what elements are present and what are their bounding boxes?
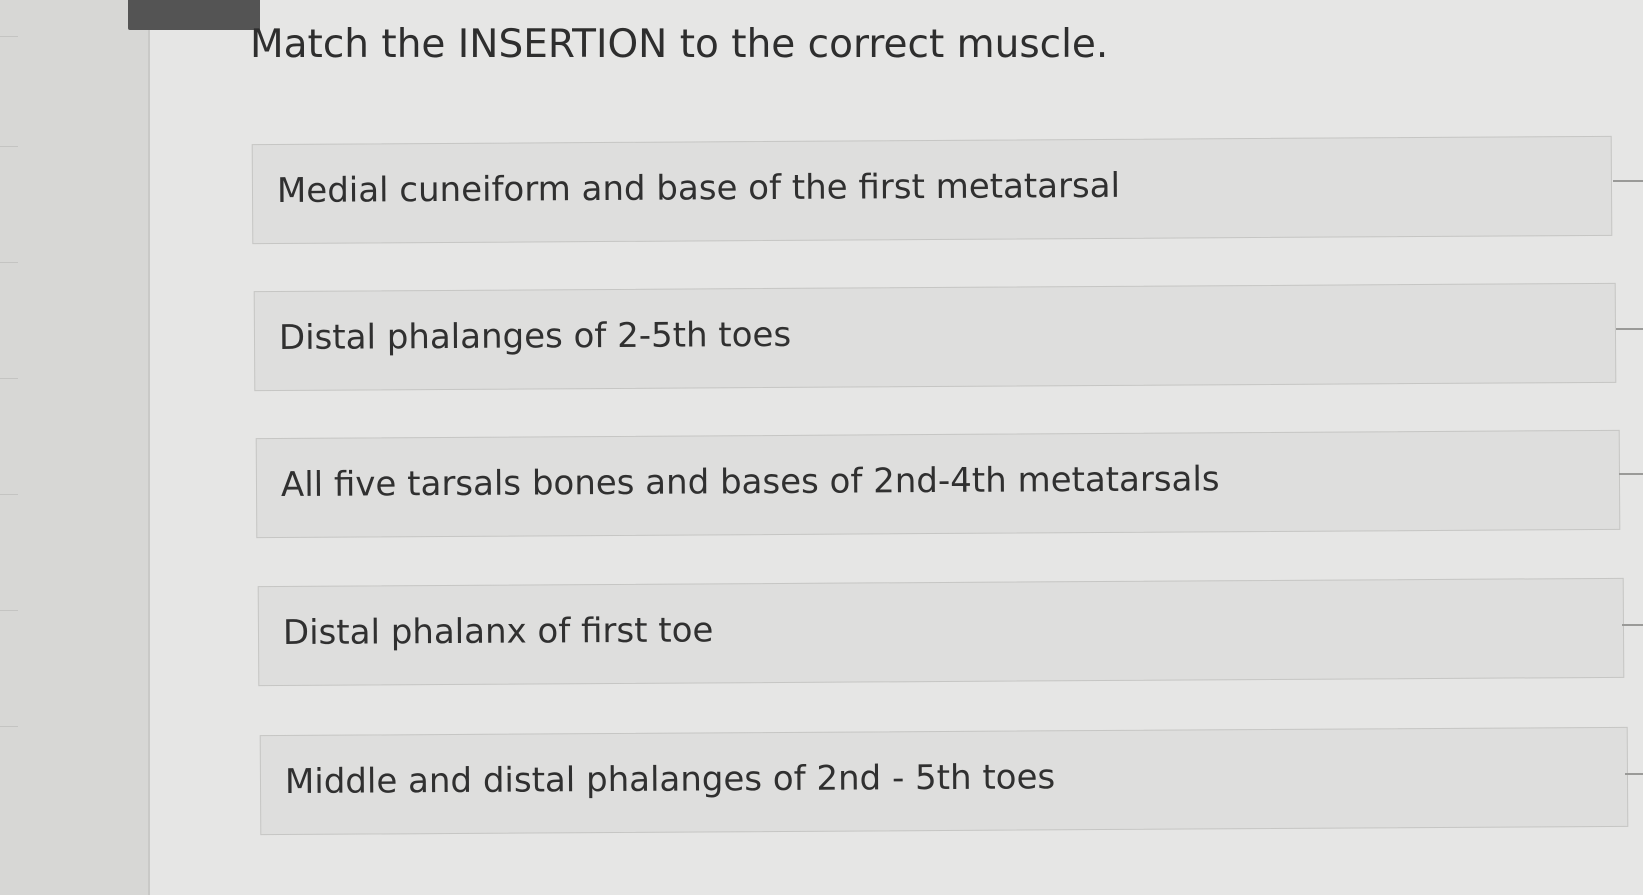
answer-item[interactable]: Middle and distal phalanges of 2nd - 5th…	[259, 726, 1629, 836]
drop-target-connector	[1616, 328, 1643, 330]
drop-target-connector	[1625, 773, 1643, 775]
answer-label: All five tarsals bones and bases of 2nd-…	[280, 459, 1220, 506]
drop-target-connector	[1622, 624, 1643, 626]
answer-label: Medial cuneiform and base of the first m…	[276, 165, 1121, 212]
answer-item[interactable]: Distal phalanx of first toe	[257, 577, 1625, 687]
answer-label: Distal phalanges of 2-5th toes	[278, 314, 792, 359]
answer-label: Distal phalanx of first toe	[282, 610, 714, 654]
drop-target-connector	[1619, 473, 1643, 475]
answer-item[interactable]: Medial cuneiform and base of the first m…	[251, 135, 1613, 245]
answer-item[interactable]: All five tarsals bones and bases of 2nd-…	[255, 429, 1621, 539]
drop-target-connector	[1613, 180, 1643, 182]
answer-label: Middle and distal phalanges of 2nd - 5th…	[284, 757, 1056, 803]
answer-item[interactable]: Distal phalanges of 2-5th toes	[253, 282, 1617, 392]
answer-list: Medial cuneiform and base of the first m…	[0, 0, 1643, 895]
